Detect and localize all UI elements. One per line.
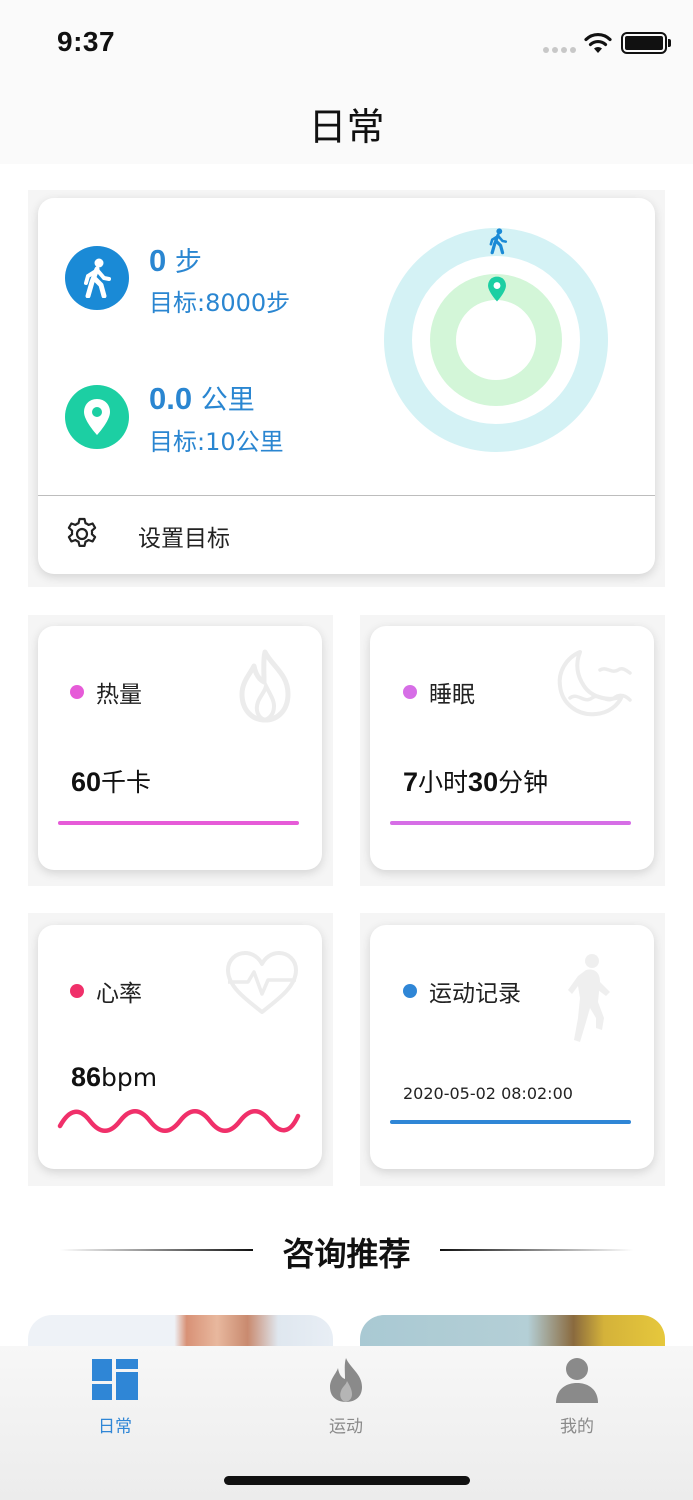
steps-count: 0 步 <box>149 240 202 279</box>
tab-daily-label: 日常 <box>98 1417 132 1437</box>
calories-bar <box>58 821 299 825</box>
heart-rate-label: 心率 <box>96 981 142 1007</box>
calories-label: 热量 <box>96 682 142 708</box>
distance-unit: 公里 <box>192 385 255 416</box>
status-time: 9:37 <box>57 26 116 57</box>
sleep-value-row: 7小时30分钟 <box>403 763 548 799</box>
calories-label-row: 热量 <box>70 675 142 709</box>
steps-ring <box>384 228 608 452</box>
ring-location-icon <box>486 275 508 307</box>
section-line-right <box>440 1249 633 1251</box>
heart-rate-value: 86 <box>71 1062 102 1092</box>
heart-rate-label-row: 心率 <box>70 974 142 1008</box>
walking-icon <box>65 246 129 310</box>
steps-value: 0 <box>149 243 167 278</box>
sleep-hours: 7 <box>403 767 419 797</box>
heart-rate-value-row: 86bpm <box>71 1062 157 1093</box>
set-goal-label: 设置目标 <box>138 526 230 552</box>
sleep-minutes-unit: 分钟 <box>498 768 549 797</box>
ring-walking-icon <box>487 227 509 259</box>
exercise-label-row: 运动记录 <box>403 974 521 1008</box>
exercise-dot <box>403 984 417 998</box>
heart-rate-unit: bpm <box>101 1063 158 1092</box>
wifi-icon <box>583 32 613 58</box>
flame-icon <box>322 1356 370 1404</box>
battery-icon <box>621 32 671 54</box>
runner-watermark-icon <box>568 952 612 1050</box>
tab-mine-label: 我的 <box>560 1417 594 1437</box>
moon-watermark-icon <box>550 646 634 726</box>
person-icon <box>553 1356 601 1404</box>
exercise-bar <box>390 1120 631 1124</box>
tab-exercise-label: 运动 <box>329 1417 363 1437</box>
location-pin-icon <box>65 385 129 449</box>
tab-exercise[interactable] <box>286 1356 406 1404</box>
heartbeat-watermark-icon <box>224 950 300 1020</box>
sleep-dot <box>403 685 417 699</box>
set-goal-row[interactable]: 设置目标 <box>38 497 655 573</box>
tab-mine[interactable] <box>517 1356 637 1404</box>
calories-unit: 千卡 <box>101 768 152 797</box>
sleep-label-row: 睡眠 <box>403 675 475 709</box>
flame-watermark-icon <box>230 648 300 728</box>
status-bar: 9:37 <box>0 0 693 86</box>
home-indicator[interactable] <box>224 1476 470 1485</box>
heart-rate-dot <box>70 984 84 998</box>
gear-icon <box>65 517 99 555</box>
sleep-bar <box>390 821 631 825</box>
distance-value: 0.0 <box>149 381 193 416</box>
page-title: 日常 <box>308 105 385 149</box>
goal-card-divider <box>38 495 655 496</box>
sleep-label: 睡眠 <box>429 682 475 708</box>
steps-unit: 步 <box>166 247 202 278</box>
distance-count: 0.0 公里 <box>149 378 255 417</box>
sleep-hours-unit: 小时 <box>418 768 469 797</box>
calories-value-row: 60千卡 <box>71 763 151 799</box>
tab-daily[interactable] <box>55 1356 175 1402</box>
cellular-signal-icon <box>543 47 576 53</box>
calories-dot <box>70 685 84 699</box>
exercise-timestamp: 2020-05-02 08:02:00 <box>403 1084 573 1103</box>
progress-rings <box>384 228 608 452</box>
heart-rate-wave <box>57 1109 301 1133</box>
steps-goal: 目标:8000步 <box>149 289 291 317</box>
dashboard-icon <box>91 1356 139 1402</box>
sleep-minutes: 30 <box>468 767 499 797</box>
exercise-label: 运动记录 <box>429 981 521 1007</box>
section-title: 咨询推荐 <box>282 1235 411 1273</box>
distance-goal: 目标:10公里 <box>149 428 284 456</box>
calories-value: 60 <box>71 767 102 797</box>
